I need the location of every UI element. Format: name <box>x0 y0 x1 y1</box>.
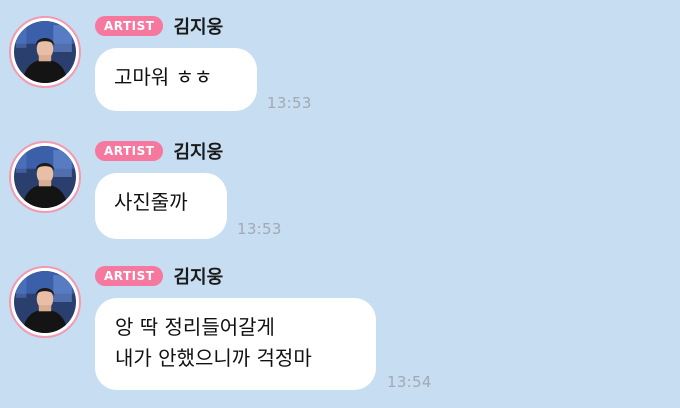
avatar[interactable] <box>9 141 81 213</box>
message-group: ARTIST 김지웅 앙 딱 정리들어갈게 내가 안했으니까 걱정마 13:54 <box>0 264 680 404</box>
message-group: ARTIST 김지웅 고마워 ㅎㅎ 13:53 <box>0 14 680 124</box>
avatar-photo-icon <box>14 271 76 333</box>
message-text-line: 앙 딱 정리들어갈게 <box>115 315 275 339</box>
message-header: ARTIST 김지웅 <box>95 264 223 288</box>
sender-name[interactable]: 김지웅 <box>173 13 223 39</box>
avatar[interactable] <box>9 266 81 338</box>
artist-badge: ARTIST <box>95 141 164 161</box>
message-group: ARTIST 김지웅 사진줄까 13:53 <box>0 139 680 249</box>
message-header: ARTIST 김지웅 <box>95 139 223 163</box>
message-bubble[interactable]: 고마워 ㅎㅎ <box>95 48 257 111</box>
message-timestamp: 13:54 <box>387 373 432 391</box>
artist-badge: ARTIST <box>95 266 164 286</box>
message-bubble[interactable]: 사진줄까 <box>95 173 227 239</box>
sender-name[interactable]: 김지웅 <box>173 263 223 289</box>
message-text: 고마워 ㅎㅎ <box>114 65 213 89</box>
avatar-photo-icon <box>14 21 76 83</box>
message-bubble[interactable]: 앙 딱 정리들어갈게 내가 안했으니까 걱정마 <box>95 298 376 390</box>
avatar-photo-icon <box>14 146 76 208</box>
chat-window: ARTIST 김지웅 고마워 ㅎㅎ 13:53 ARTIST 김지웅 사진줄까 … <box>0 0 680 408</box>
sender-name[interactable]: 김지웅 <box>173 138 223 164</box>
message-timestamp: 13:53 <box>267 94 312 112</box>
message-text: 사진줄까 <box>114 190 188 214</box>
message-header: ARTIST 김지웅 <box>95 14 223 38</box>
message-timestamp: 13:53 <box>237 220 282 238</box>
avatar[interactable] <box>9 16 81 88</box>
artist-badge: ARTIST <box>95 16 164 36</box>
message-text-line: 내가 안했으니까 걱정마 <box>115 346 312 370</box>
